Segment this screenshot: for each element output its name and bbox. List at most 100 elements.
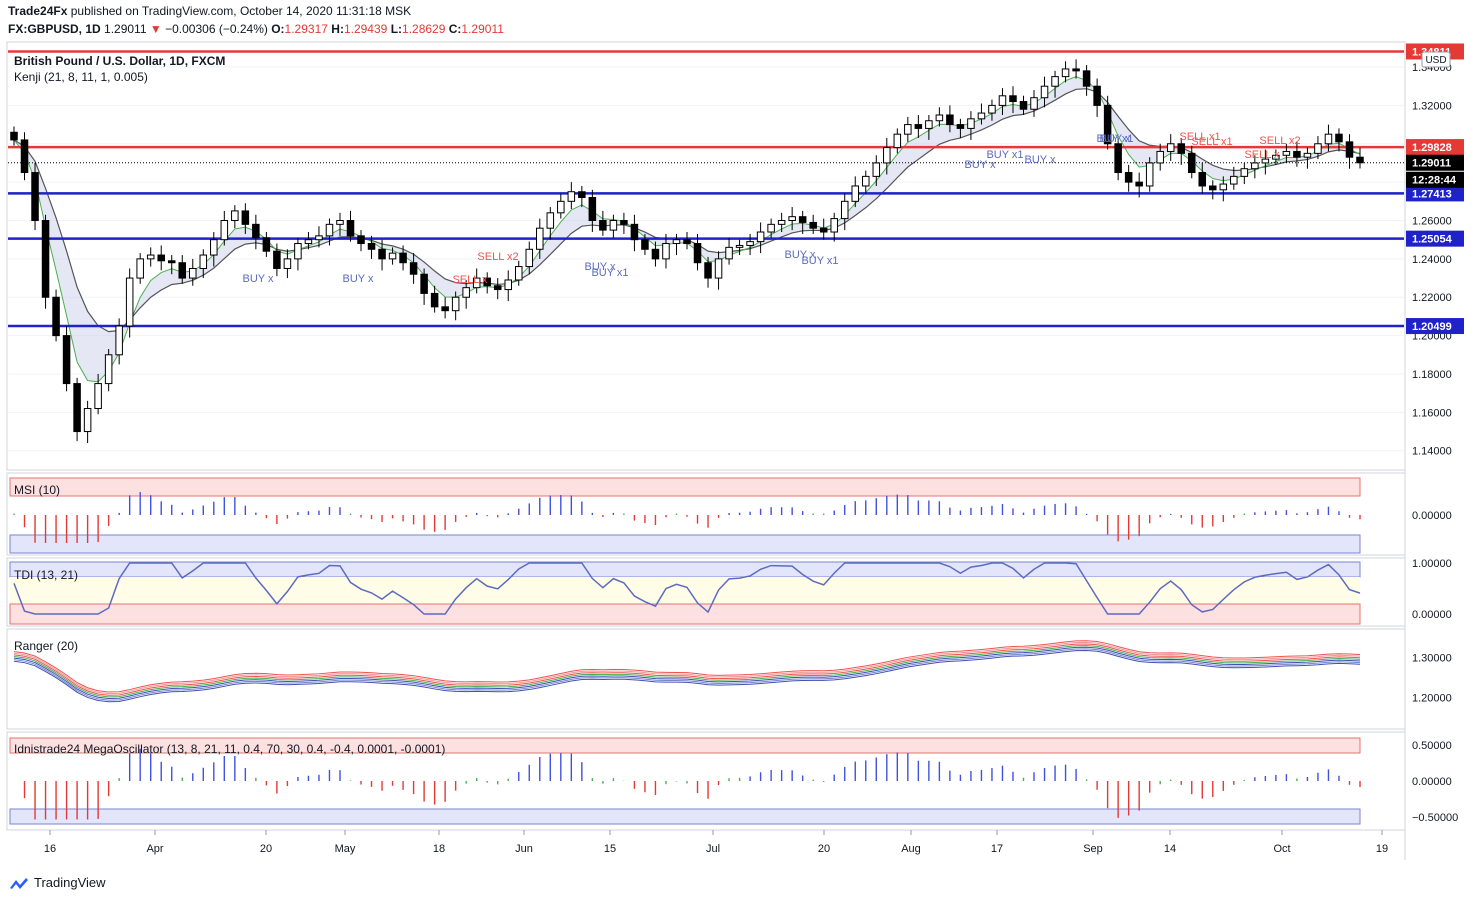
ranger-tick-label: 1.30000 — [1412, 652, 1452, 664]
candle-body — [1040, 85, 1049, 99]
candle-body — [819, 227, 828, 233]
candle-body — [231, 210, 239, 222]
time-tick-label: Sep — [1083, 843, 1103, 855]
candle-body — [662, 243, 670, 260]
candle-body — [388, 252, 397, 260]
msi-pane: 0.00000 — [9, 477, 1452, 554]
candle-body — [1324, 133, 1333, 145]
candle-body — [609, 220, 618, 231]
time-tick-label: 15 — [604, 843, 616, 855]
candle-body — [273, 250, 281, 269]
candle-body — [788, 216, 796, 222]
candle-body — [94, 383, 102, 410]
candle-body — [536, 227, 544, 250]
candle-body — [1145, 162, 1154, 187]
candle-body — [557, 200, 565, 214]
candle-body — [935, 114, 944, 122]
level-tag-label: 1.20499 — [1412, 321, 1452, 333]
candle-body — [925, 120, 933, 129]
time-tick-label: Aug — [901, 843, 921, 855]
candle-body — [1156, 150, 1164, 164]
ranger-pane-title: Ranger (20) — [14, 639, 78, 653]
tdi-lower-zone — [9, 603, 1361, 625]
candle-body — [967, 118, 975, 129]
time-tick-label: Jul — [706, 843, 720, 855]
price-tick-label: 1.16000 — [1412, 407, 1452, 419]
candle-body — [904, 124, 912, 135]
candle-body — [862, 175, 870, 187]
price-tick-label: 1.18000 — [1412, 369, 1452, 381]
candle-body — [830, 218, 838, 233]
candle-body — [125, 277, 134, 327]
tdi-tick-label: 0.00000 — [1412, 609, 1452, 621]
candle-body — [493, 285, 502, 291]
candle-body — [294, 243, 302, 260]
price-tick-label: 1.24000 — [1412, 254, 1452, 266]
time-tick-label: 20 — [818, 843, 830, 855]
candle-body — [525, 248, 534, 268]
candle-body — [504, 279, 512, 291]
candle-body — [1072, 68, 1080, 72]
candle-body — [1240, 168, 1249, 177]
candle-body — [1135, 181, 1143, 187]
mega-pane-title: Idnistrade24 MegaOscillator (13, 8, 21, … — [14, 742, 445, 756]
price-tick-label: 1.32000 — [1412, 100, 1452, 112]
price-tick-label: 1.22000 — [1412, 292, 1452, 304]
candle-body — [714, 258, 723, 279]
price-tick-label: 1.14000 — [1412, 446, 1452, 458]
candle-body — [336, 220, 344, 225]
candle-body — [1282, 150, 1291, 156]
kenji-slow-line — [13, 88, 1361, 333]
candle-body — [157, 254, 165, 262]
candle-body — [104, 354, 113, 385]
msi-lower-zone — [9, 534, 1361, 554]
kenji-indicator-label: Kenji (21, 8, 11, 1, 0.005) — [14, 70, 148, 84]
tdi-upper-zone — [9, 561, 1361, 578]
currency-label: USD — [1425, 55, 1446, 66]
candle-body — [1187, 152, 1196, 174]
signal-label: BUY x — [1025, 154, 1056, 166]
candle-body — [1082, 70, 1091, 87]
candle-body — [641, 239, 649, 250]
candle-body — [420, 273, 428, 294]
candle-body — [189, 267, 197, 279]
tdi-mid-zone — [10, 577, 1360, 604]
signal-label: BUY x — [343, 273, 374, 285]
candle-body — [672, 239, 681, 245]
level-tag-label: 1.27413 — [1412, 188, 1452, 200]
mega-lower-zone — [9, 808, 1361, 825]
candle-body — [777, 220, 786, 225]
candle-body — [514, 266, 523, 281]
candle-body — [210, 239, 218, 256]
candle-body — [1093, 85, 1101, 106]
candle-body — [851, 185, 860, 202]
tradingview-logo-icon — [10, 877, 28, 889]
candle-body — [62, 335, 71, 385]
signal-label: BUY x — [1100, 133, 1131, 145]
mega-tick-label: 0.00000 — [1412, 776, 1452, 788]
main-pane-title: British Pound / U.S. Dollar, 1D, FXCM — [14, 54, 225, 68]
tradingview-footer[interactable]: TradingView — [8, 875, 106, 890]
signal-label: SELL x2 — [477, 251, 518, 263]
candle-body — [588, 196, 597, 222]
time-tick-label: 14 — [1164, 843, 1176, 855]
candle-body — [83, 408, 92, 433]
candle-body — [441, 306, 449, 312]
candle-body — [630, 223, 639, 241]
candle-body — [683, 239, 691, 245]
candle-body — [73, 383, 81, 433]
candle-body — [1166, 143, 1175, 152]
chart-canvas[interactable]: 1.14000 1.16000 1.18000 1.20000 1.22000 1.240… — [0, 0, 1475, 898]
candle-body — [1124, 172, 1133, 183]
candle-body — [346, 220, 355, 237]
candle-body — [378, 248, 386, 260]
price-tick-label: 1.26000 — [1412, 216, 1452, 228]
candle-body — [946, 114, 954, 126]
tdi-tick-label: 1.00000 — [1412, 558, 1452, 570]
candle-body — [304, 239, 313, 245]
candle-body — [399, 252, 407, 264]
time-tick-label: 19 — [1376, 843, 1388, 855]
candle-body — [567, 191, 576, 202]
signal-label: SELL x — [1244, 149, 1280, 161]
time-tick-label: 20 — [260, 843, 272, 855]
